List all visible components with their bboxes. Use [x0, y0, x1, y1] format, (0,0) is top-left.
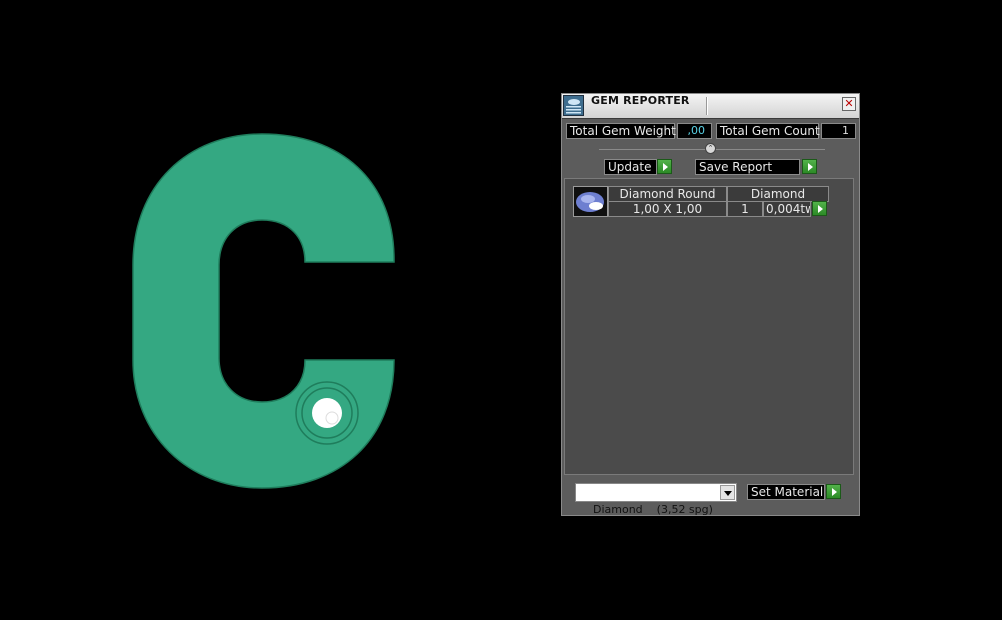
gem-size-cell: 1,00 X 1,00	[608, 201, 727, 217]
chevron-down-icon[interactable]	[720, 485, 735, 500]
gem-row-details-button[interactable]	[812, 201, 827, 216]
close-icon: ✕	[844, 97, 854, 110]
title-bar[interactable]: GEM REPORTER ✕	[562, 94, 859, 119]
total-gem-count-value: 1	[821, 123, 856, 139]
material-select-value: Diamond (3,52 spg)	[593, 503, 713, 516]
gem-reporter-icon	[563, 95, 584, 116]
title-separator	[706, 97, 708, 115]
gem-reporter-panel: GEM REPORTER ✕ Total Gem Weight ,00 Tota…	[561, 93, 860, 516]
gem-weight-cell: 0,004tw	[763, 201, 811, 217]
collapse-arrow-icon[interactable]: ⌃	[705, 143, 716, 154]
gem-list[interactable]: Diamond Round Diamond 1,00 X 1,00 1 0,00…	[564, 178, 854, 475]
material-select[interactable]: Diamond (3,52 spg)	[575, 483, 737, 516]
update-button-label[interactable]: Update	[604, 159, 657, 175]
save-report-button[interactable]	[802, 159, 817, 174]
set-material-button[interactable]	[826, 484, 841, 499]
round-gem-icon	[573, 186, 608, 217]
save-report-button-label[interactable]: Save Report	[695, 159, 800, 175]
gem-shape-cell: Diamond Round	[608, 186, 727, 202]
total-gem-weight-value: ,00	[677, 123, 712, 139]
close-button[interactable]: ✕	[842, 97, 856, 111]
letter-c-model[interactable]	[132, 133, 395, 489]
gem-count-cell: 1	[727, 201, 763, 217]
gem-material-cell: Diamond	[727, 186, 829, 202]
total-gem-weight-label: Total Gem Weight	[566, 123, 676, 139]
total-gem-count-label: Total Gem Count	[716, 123, 820, 139]
set-material-button-label[interactable]: Set Material	[747, 484, 825, 500]
window-title: GEM REPORTER	[591, 94, 690, 107]
update-button[interactable]	[657, 159, 672, 174]
diamond-gem[interactable]	[312, 398, 342, 428]
